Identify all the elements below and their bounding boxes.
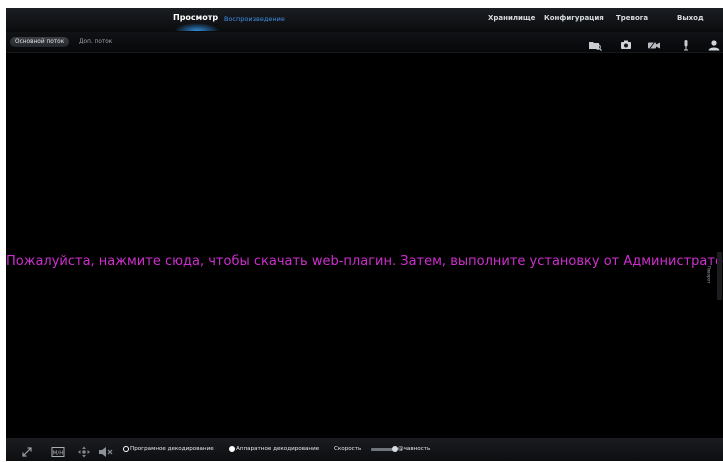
main-stream-button[interactable]: Основной поток bbox=[10, 37, 70, 47]
active-tab-indicator bbox=[174, 23, 220, 31]
software-decoding-radio[interactable] bbox=[123, 446, 129, 452]
tab-preview[interactable]: Просмотр bbox=[173, 13, 218, 22]
folder-search-icon[interactable] bbox=[588, 36, 602, 51]
user-icon[interactable] bbox=[707, 36, 721, 51]
download-plugin-link[interactable]: Пожалуйста, нажмите сюда, чтобы скачать … bbox=[6, 254, 723, 269]
tab-alarm[interactable]: Тревога bbox=[616, 14, 648, 22]
camera-snapshot-icon[interactable] bbox=[619, 36, 633, 49]
ptz-panel-toggle[interactable]: Поворот bbox=[706, 252, 722, 300]
mute-icon[interactable] bbox=[98, 443, 113, 457]
video-viewport[interactable]: Пожалуйста, нажмите сюда, чтобы скачать … bbox=[6, 53, 723, 438]
record-icon[interactable] bbox=[647, 36, 661, 50]
app-window: Просмотр Воспроизведение Хранилище Конфи… bbox=[6, 8, 723, 461]
stream-toolbar: Основной поток Доп. поток bbox=[6, 32, 723, 53]
playback-controls-bar: M/H Програмное декодирование Аппаратное … bbox=[6, 438, 723, 461]
top-navigation-bar: Просмотр Воспроизведение Хранилище Конфи… bbox=[6, 8, 723, 32]
software-decoding-label: Програмное декодирование bbox=[130, 446, 214, 452]
exit-button[interactable]: Выход bbox=[677, 14, 704, 22]
tab-storage[interactable]: Хранилище bbox=[488, 14, 535, 22]
hardware-decoding-label: Аппаратное декодирование bbox=[236, 446, 320, 452]
tab-configuration[interactable]: Конфигурация bbox=[544, 14, 604, 22]
microphone-icon[interactable] bbox=[679, 36, 693, 51]
fullscreen-icon[interactable] bbox=[20, 443, 34, 457]
speed-label: Скорость bbox=[334, 446, 362, 452]
tab-playback[interactable]: Воспроизведение bbox=[224, 15, 285, 23]
hardware-decoding-radio[interactable] bbox=[229, 446, 235, 452]
ptz-panel-label: Поворот bbox=[706, 265, 712, 284]
layout-icon[interactable]: M/H bbox=[51, 443, 65, 457]
ptz-icon[interactable] bbox=[77, 443, 91, 458]
sub-stream-button[interactable]: Доп. поток bbox=[79, 37, 112, 47]
quality-label: @чавность bbox=[398, 446, 431, 452]
speed-slider[interactable] bbox=[371, 448, 393, 451]
svg-text:M/H: M/H bbox=[53, 451, 64, 457]
